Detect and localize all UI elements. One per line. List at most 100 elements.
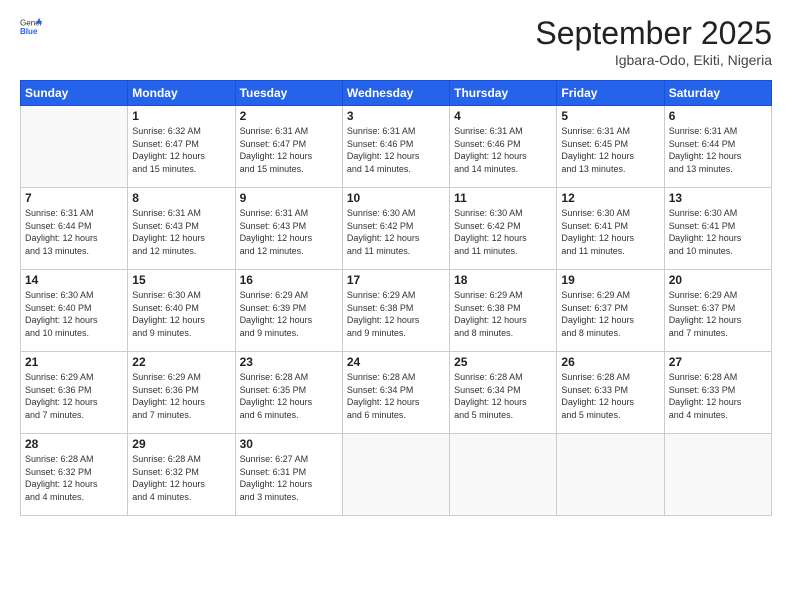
day-number: 4 [454, 109, 552, 123]
day-info: Sunrise: 6:31 AM Sunset: 6:44 PM Dayligh… [25, 207, 123, 257]
day-info: Sunrise: 6:27 AM Sunset: 6:31 PM Dayligh… [240, 453, 338, 503]
day-info: Sunrise: 6:31 AM Sunset: 6:44 PM Dayligh… [669, 125, 767, 175]
day-info: Sunrise: 6:29 AM Sunset: 6:37 PM Dayligh… [669, 289, 767, 339]
day-info: Sunrise: 6:31 AM Sunset: 6:45 PM Dayligh… [561, 125, 659, 175]
day-info: Sunrise: 6:28 AM Sunset: 6:32 PM Dayligh… [25, 453, 123, 503]
day-number: 30 [240, 437, 338, 451]
day-info: Sunrise: 6:31 AM Sunset: 6:46 PM Dayligh… [454, 125, 552, 175]
col-monday: Monday [128, 81, 235, 106]
table-row: 4 Sunrise: 6:31 AM Sunset: 6:46 PM Daylig… [450, 106, 557, 188]
day-info: Sunrise: 6:28 AM Sunset: 6:33 PM Dayligh… [669, 371, 767, 421]
table-row: 21 Sunrise: 6:29 AM Sunset: 6:36 PM Dayli… [21, 352, 128, 434]
col-friday: Friday [557, 81, 664, 106]
day-number: 11 [454, 191, 552, 205]
table-row [342, 434, 449, 516]
table-row: 11 Sunrise: 6:30 AM Sunset: 6:42 PM Dayli… [450, 188, 557, 270]
day-number: 21 [25, 355, 123, 369]
day-number: 10 [347, 191, 445, 205]
table-row: 2 Sunrise: 6:31 AM Sunset: 6:47 PM Daylig… [235, 106, 342, 188]
table-row: 14 Sunrise: 6:30 AM Sunset: 6:40 PM Dayli… [21, 270, 128, 352]
day-info: Sunrise: 6:29 AM Sunset: 6:37 PM Dayligh… [561, 289, 659, 339]
day-info: Sunrise: 6:29 AM Sunset: 6:36 PM Dayligh… [25, 371, 123, 421]
table-row: 13 Sunrise: 6:30 AM Sunset: 6:41 PM Dayli… [664, 188, 771, 270]
table-row [450, 434, 557, 516]
day-info: Sunrise: 6:28 AM Sunset: 6:32 PM Dayligh… [132, 453, 230, 503]
day-info: Sunrise: 6:30 AM Sunset: 6:40 PM Dayligh… [132, 289, 230, 339]
day-number: 22 [132, 355, 230, 369]
logo: General Blue [20, 15, 42, 37]
day-info: Sunrise: 6:29 AM Sunset: 6:38 PM Dayligh… [347, 289, 445, 339]
day-number: 1 [132, 109, 230, 123]
day-number: 25 [454, 355, 552, 369]
day-number: 18 [454, 273, 552, 287]
table-row: 12 Sunrise: 6:30 AM Sunset: 6:41 PM Dayli… [557, 188, 664, 270]
day-info: Sunrise: 6:28 AM Sunset: 6:33 PM Dayligh… [561, 371, 659, 421]
table-row: 18 Sunrise: 6:29 AM Sunset: 6:38 PM Dayli… [450, 270, 557, 352]
day-info: Sunrise: 6:31 AM Sunset: 6:43 PM Dayligh… [132, 207, 230, 257]
table-row: 16Sunrise: 6:29 AM Sunset: 6:39 PM Dayli… [235, 270, 342, 352]
day-number: 14 [25, 273, 123, 287]
col-saturday: Saturday [664, 81, 771, 106]
table-row: 25 Sunrise: 6:28 AM Sunset: 6:34 PM Dayli… [450, 352, 557, 434]
day-info: Sunrise: 6:30 AM Sunset: 6:40 PM Dayligh… [25, 289, 123, 339]
table-row: 29Sunrise: 6:28 AM Sunset: 6:32 PM Dayli… [128, 434, 235, 516]
day-number: 7 [25, 191, 123, 205]
day-info: Sunrise: 6:31 AM Sunset: 6:46 PM Dayligh… [347, 125, 445, 175]
day-number: 13 [669, 191, 767, 205]
day-number: 19 [561, 273, 659, 287]
table-row: 27 Sunrise: 6:28 AM Sunset: 6:33 PM Dayli… [664, 352, 771, 434]
day-number: 3 [347, 109, 445, 123]
title-block: September 2025 Igbara-Odo, Ekiti, Nigeri… [535, 15, 772, 68]
table-row: 22 Sunrise: 6:29 AM Sunset: 6:36 PM Dayli… [128, 352, 235, 434]
day-number: 5 [561, 109, 659, 123]
day-number: 20 [669, 273, 767, 287]
table-row: 23Sunrise: 6:28 AM Sunset: 6:35 PM Dayli… [235, 352, 342, 434]
table-row [21, 106, 128, 188]
day-info: Sunrise: 6:29 AM Sunset: 6:36 PM Dayligh… [132, 371, 230, 421]
col-sunday: Sunday [21, 81, 128, 106]
table-row: 17 Sunrise: 6:29 AM Sunset: 6:38 PM Dayli… [342, 270, 449, 352]
table-row: 8Sunrise: 6:31 AM Sunset: 6:43 PM Daylig… [128, 188, 235, 270]
day-info: Sunrise: 6:31 AM Sunset: 6:47 PM Dayligh… [240, 125, 338, 175]
table-row: 19 Sunrise: 6:29 AM Sunset: 6:37 PM Dayli… [557, 270, 664, 352]
col-tuesday: Tuesday [235, 81, 342, 106]
day-number: 2 [240, 109, 338, 123]
location: Igbara-Odo, Ekiti, Nigeria [535, 52, 772, 68]
table-row: 1 Sunrise: 6:32 AM Sunset: 6:47 PM Daylig… [128, 106, 235, 188]
table-row: 24Sunrise: 6:28 AM Sunset: 6:34 PM Dayli… [342, 352, 449, 434]
day-number: 12 [561, 191, 659, 205]
day-number: 27 [669, 355, 767, 369]
day-info: Sunrise: 6:28 AM Sunset: 6:34 PM Dayligh… [347, 371, 445, 421]
table-row: 9 Sunrise: 6:31 AM Sunset: 6:43 PM Daylig… [235, 188, 342, 270]
logo-icon: General Blue [20, 15, 42, 37]
day-info: Sunrise: 6:29 AM Sunset: 6:39 PM Dayligh… [240, 289, 338, 339]
table-row: 6 Sunrise: 6:31 AM Sunset: 6:44 PM Daylig… [664, 106, 771, 188]
day-number: 17 [347, 273, 445, 287]
table-row: 3 Sunrise: 6:31 AM Sunset: 6:46 PM Daylig… [342, 106, 449, 188]
day-number: 28 [25, 437, 123, 451]
day-info: Sunrise: 6:30 AM Sunset: 6:42 PM Dayligh… [454, 207, 552, 257]
col-wednesday: Wednesday [342, 81, 449, 106]
day-info: Sunrise: 6:29 AM Sunset: 6:38 PM Dayligh… [454, 289, 552, 339]
day-number: 6 [669, 109, 767, 123]
table-row: 26Sunrise: 6:28 AM Sunset: 6:33 PM Dayli… [557, 352, 664, 434]
calendar-table: Sunday Monday Tuesday Wednesday Thursday… [20, 80, 772, 516]
table-row [664, 434, 771, 516]
table-row: 15Sunrise: 6:30 AM Sunset: 6:40 PM Dayli… [128, 270, 235, 352]
day-info: Sunrise: 6:30 AM Sunset: 6:41 PM Dayligh… [669, 207, 767, 257]
month-title: September 2025 [535, 15, 772, 52]
day-info: Sunrise: 6:31 AM Sunset: 6:43 PM Dayligh… [240, 207, 338, 257]
page-header: General Blue September 2025 Igbara-Odo, … [20, 15, 772, 68]
table-row: 30 Sunrise: 6:27 AM Sunset: 6:31 PM Dayli… [235, 434, 342, 516]
table-row: 5 Sunrise: 6:31 AM Sunset: 6:45 PM Daylig… [557, 106, 664, 188]
day-info: Sunrise: 6:28 AM Sunset: 6:35 PM Dayligh… [240, 371, 338, 421]
day-info: Sunrise: 6:28 AM Sunset: 6:34 PM Dayligh… [454, 371, 552, 421]
col-thursday: Thursday [450, 81, 557, 106]
day-info: Sunrise: 6:32 AM Sunset: 6:47 PM Dayligh… [132, 125, 230, 175]
calendar-header-row: Sunday Monday Tuesday Wednesday Thursday… [21, 81, 772, 106]
table-row: 28 Sunrise: 6:28 AM Sunset: 6:32 PM Dayli… [21, 434, 128, 516]
svg-text:Blue: Blue [20, 27, 38, 36]
day-info: Sunrise: 6:30 AM Sunset: 6:41 PM Dayligh… [561, 207, 659, 257]
day-info: Sunrise: 6:30 AM Sunset: 6:42 PM Dayligh… [347, 207, 445, 257]
day-number: 9 [240, 191, 338, 205]
